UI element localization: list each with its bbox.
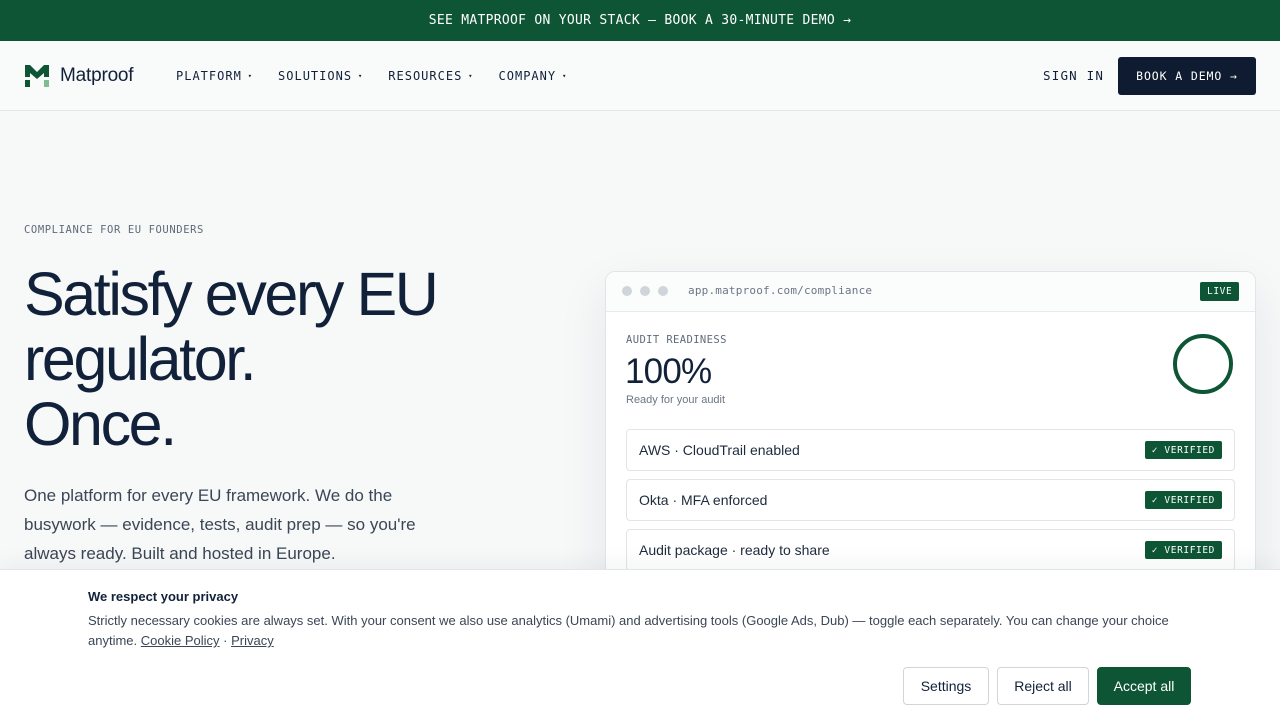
reject-all-button[interactable]: Reject all xyxy=(997,667,1089,705)
link-separator: · xyxy=(219,633,232,648)
cookie-title: We respect your privacy xyxy=(88,589,239,604)
cookie-settings-button[interactable]: Settings xyxy=(903,667,989,705)
check-row[interactable]: Okta · MFA enforced ✓ VERIFIED xyxy=(626,479,1235,521)
nav-resources[interactable]: RESOURCES ▾ xyxy=(388,69,473,83)
nav-solutions[interactable]: SOLUTIONS ▾ xyxy=(278,69,363,83)
privacy-link[interactable]: Privacy xyxy=(231,633,274,648)
preview-url: app.matproof.com/compliance xyxy=(688,284,873,297)
hero-headline: Satisfy every EU regulator. Once. xyxy=(24,260,439,458)
audit-readiness-label: AUDIT READINESS xyxy=(626,334,727,346)
nav-solutions-label: SOLUTIONS xyxy=(278,69,353,83)
check-label: AWS · CloudTrail enabled xyxy=(639,442,800,458)
book-demo-button[interactable]: BOOK A DEMO → xyxy=(1118,57,1256,95)
app-preview-window: app.matproof.com/compliance LIVE AUDIT R… xyxy=(605,271,1256,601)
nav-platform-label: PLATFORM xyxy=(176,69,242,83)
live-badge: LIVE xyxy=(1200,282,1240,301)
main-menu: PLATFORM ▾ SOLUTIONS ▾ RESOURCES ▾ COMPA… xyxy=(176,41,567,111)
audit-readiness-subtext: Ready for your audit xyxy=(626,394,726,406)
cookie-description: Strictly necessary cookies are always se… xyxy=(88,611,1198,651)
chevron-down-icon: ▾ xyxy=(468,72,474,80)
headline-line-1: Satisfy every EU xyxy=(24,260,439,328)
progress-ring-fill xyxy=(1173,334,1233,394)
nav-resources-label: RESOURCES xyxy=(388,69,463,83)
matproof-logo-icon xyxy=(25,65,49,87)
nav-platform[interactable]: PLATFORM ▾ xyxy=(176,69,253,83)
hero-eyebrow: COMPLIANCE FOR EU FOUNDERS xyxy=(24,224,204,236)
check-row[interactable]: Audit package · ready to share ✓ VERIFIE… xyxy=(626,529,1235,571)
browser-bar: app.matproof.com/compliance LIVE xyxy=(606,272,1255,312)
check-label: Audit package · ready to share xyxy=(639,542,830,558)
check-label: Okta · MFA enforced xyxy=(639,492,768,508)
chevron-down-icon: ▾ xyxy=(562,72,568,80)
audit-readiness-value: 100% xyxy=(625,352,712,391)
window-dot-icon xyxy=(640,286,650,296)
brand-name: Matproof xyxy=(60,65,134,86)
verified-badge: ✓ VERIFIED xyxy=(1144,491,1222,509)
announcement-text[interactable]: SEE MATPROOF ON YOUR STACK — BOOK A 30-M… xyxy=(429,13,852,28)
brand-logo[interactable]: Matproof xyxy=(25,65,134,87)
verified-badge: ✓ VERIFIED xyxy=(1144,541,1222,559)
announcement-bar[interactable]: SEE MATPROOF ON YOUR STACK — BOOK A 30-M… xyxy=(0,0,1280,41)
window-dot-icon xyxy=(658,286,668,296)
headline-line-3: Once. xyxy=(24,390,177,458)
sign-in-link[interactable]: SIGN IN xyxy=(1043,68,1104,83)
check-row[interactable]: AWS · CloudTrail enabled ✓ VERIFIED xyxy=(626,429,1235,471)
nav-company-label: COMPANY xyxy=(498,69,557,83)
progress-ring-icon xyxy=(1173,334,1233,394)
accept-all-button[interactable]: Accept all xyxy=(1097,667,1191,705)
headline-line-2: regulator. xyxy=(24,325,257,393)
nav-company[interactable]: COMPANY ▾ xyxy=(499,69,568,83)
cookie-banner: We respect your privacy Strictly necessa… xyxy=(0,569,1280,720)
cookie-policy-link[interactable]: Cookie Policy xyxy=(141,633,220,648)
site-header: Matproof PLATFORM ▾ SOLUTIONS ▾ RESOURCE… xyxy=(0,41,1280,111)
window-dot-icon xyxy=(622,286,632,296)
chevron-down-icon: ▾ xyxy=(358,72,364,80)
hero-description: One platform for every EU framework. We … xyxy=(24,486,416,563)
chevron-down-icon: ▾ xyxy=(247,72,254,80)
verified-badge: ✓ VERIFIED xyxy=(1144,441,1222,459)
